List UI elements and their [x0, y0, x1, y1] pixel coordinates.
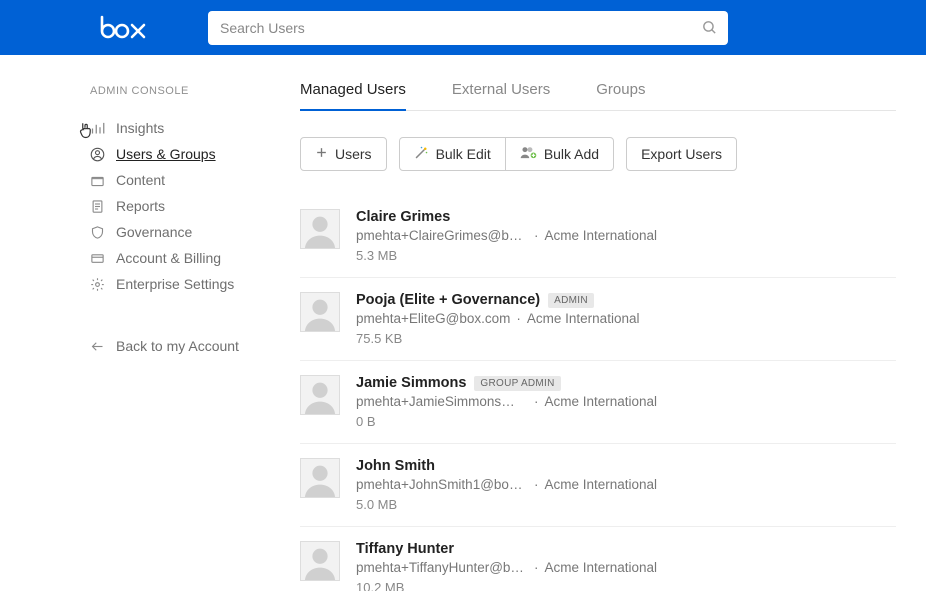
bulk-add-button[interactable]: Bulk Add — [505, 137, 614, 171]
wand-icon — [414, 145, 429, 163]
sidebar-item-users-groups[interactable]: Users & Groups — [90, 141, 252, 167]
sidebar-item-label: Enterprise Settings — [116, 276, 234, 292]
user-row[interactable]: Jamie Simmons GROUP ADMIN pmehta+JamieSimm… — [300, 361, 896, 444]
plus-icon — [315, 146, 328, 162]
user-storage-size: 5.3 MB — [356, 248, 896, 263]
user-company: Acme International — [527, 311, 640, 326]
sidebar-item-label: Governance — [116, 224, 192, 240]
sidebar: ADMIN CONSOLE Insights Users & Groups Co… — [0, 55, 272, 591]
user-name: John Smith — [356, 458, 435, 474]
users-list: Claire Grimes pmehta+ClaireGrimes@box.com… — [300, 195, 896, 591]
user-row[interactable]: Tiffany Hunter pmehta+TiffanyHunter@box.c… — [300, 527, 896, 591]
user-storage-size: 10.2 MB — [356, 580, 896, 591]
bar-chart-icon — [90, 121, 116, 136]
search-input[interactable] — [208, 11, 728, 45]
sidebar-item-label: Account & Billing — [116, 250, 221, 266]
sidebar-item-account-billing[interactable]: Account & Billing — [90, 245, 252, 271]
tab-groups[interactable]: Groups — [596, 73, 645, 110]
add-users-button[interactable]: Users — [300, 137, 387, 171]
sidebar-item-label: Users & Groups — [116, 146, 216, 162]
user-company: Acme International — [545, 477, 658, 492]
button-label: Bulk Add — [544, 146, 599, 162]
sidebar-item-insights[interactable]: Insights — [90, 115, 252, 141]
user-email: pmehta+JohnSmith1@box.com — [356, 477, 528, 492]
users-plus-icon — [520, 145, 537, 163]
folder-icon — [90, 173, 116, 188]
button-label: Export Users — [641, 146, 722, 162]
sidebar-item-label: Reports — [116, 198, 165, 214]
app-header — [0, 0, 926, 55]
user-name: Jamie Simmons — [356, 375, 466, 391]
user-storage-size: 0 B — [356, 414, 896, 429]
search-icon — [701, 19, 718, 39]
avatar — [300, 458, 340, 498]
user-name: Pooja (Elite + Governance) — [356, 292, 540, 308]
tab-label: External Users — [452, 81, 550, 98]
button-label: Users — [335, 146, 372, 162]
bulk-edit-button[interactable]: Bulk Edit — [399, 137, 506, 171]
sidebar-item-governance[interactable]: Governance — [90, 219, 252, 245]
user-row[interactable]: Pooja (Elite + Governance) ADMIN pmehta+El… — [300, 278, 896, 361]
user-row[interactable]: Claire Grimes pmehta+ClaireGrimes@box.com… — [300, 195, 896, 278]
shield-icon — [90, 225, 116, 240]
user-storage-size: 75.5 KB — [356, 331, 896, 346]
user-company: Acme International — [545, 228, 658, 243]
toolbar: Users Bulk Edit Bulk Add — [300, 137, 896, 171]
export-users-button[interactable]: Export Users — [626, 137, 737, 171]
sidebar-item-label: Back to my Account — [116, 338, 239, 354]
avatar — [300, 375, 340, 415]
user-email: pmehta+JamieSimmons@box.com — [356, 394, 528, 409]
box-logo[interactable] — [100, 15, 148, 41]
user-name: Tiffany Hunter — [356, 541, 454, 557]
gear-icon — [90, 277, 116, 292]
main-content: Managed Users External Users Groups User… — [272, 55, 926, 591]
tab-label: Groups — [596, 81, 645, 98]
button-label: Bulk Edit — [436, 146, 491, 162]
role-badge: GROUP ADMIN — [474, 376, 560, 391]
credit-card-icon — [90, 251, 116, 266]
user-company: Acme International — [545, 560, 658, 575]
sidebar-item-content[interactable]: Content — [90, 167, 252, 193]
avatar — [300, 292, 340, 332]
user-storage-size: 5.0 MB — [356, 497, 896, 512]
document-icon — [90, 199, 116, 214]
arrow-left-icon — [90, 339, 116, 354]
role-badge: ADMIN — [548, 293, 594, 308]
sidebar-item-label: Insights — [116, 120, 164, 136]
user-email: pmehta+ClaireGrimes@box.com — [356, 228, 528, 243]
avatar — [300, 209, 340, 249]
user-email: pmehta+TiffanyHunter@box.com — [356, 560, 528, 575]
tab-managed-users[interactable]: Managed Users — [300, 73, 406, 110]
sidebar-title: ADMIN CONSOLE — [90, 85, 252, 97]
user-row[interactable]: John Smithpmehta+JohnSmith1@box.com·Acme… — [300, 444, 896, 527]
tabs: Managed Users External Users Groups — [300, 73, 896, 111]
back-to-account[interactable]: Back to my Account — [90, 333, 252, 359]
user-circle-icon — [90, 147, 116, 162]
avatar — [300, 541, 340, 581]
sidebar-item-reports[interactable]: Reports — [90, 193, 252, 219]
user-name: Claire Grimes — [356, 209, 450, 225]
sidebar-item-enterprise-settings[interactable]: Enterprise Settings — [90, 271, 252, 297]
tab-label: Managed Users — [300, 81, 406, 98]
sidebar-item-label: Content — [116, 172, 165, 188]
user-company: Acme International — [545, 394, 658, 409]
tab-external-users[interactable]: External Users — [452, 73, 550, 110]
user-email: pmehta+EliteG@box.com — [356, 311, 510, 326]
